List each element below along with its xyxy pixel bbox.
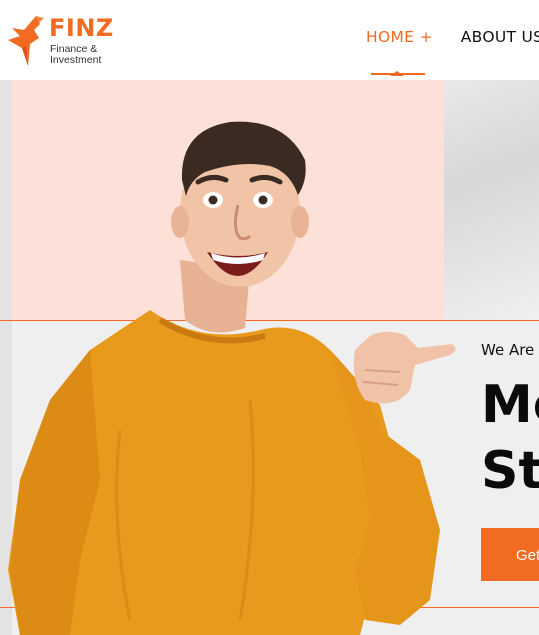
- nav-caret-icon: [390, 71, 404, 76]
- brand-logo[interactable]: FINZ Finance & Investment: [6, 14, 116, 70]
- nav-item-about-us[interactable]: ABOUT US: [461, 28, 539, 46]
- hero-eyebrow: We Are: [481, 341, 535, 359]
- site-header: FINZ Finance & Investment HOME + ABOUT U…: [0, 0, 539, 80]
- hero-title-line-1: Mo: [481, 375, 539, 435]
- bird-logo-icon: [8, 16, 44, 66]
- get-started-button[interactable]: Get: [481, 528, 539, 581]
- brand-name: FINZ: [49, 14, 114, 42]
- hero-title-line-2: St: [481, 441, 539, 501]
- nav-item-home[interactable]: HOME +: [366, 28, 433, 46]
- main-nav: HOME + ABOUT US: [366, 28, 539, 46]
- brand-tagline: Finance & Investment: [50, 43, 102, 66]
- hero-section: We Are Mo St Get: [0, 80, 539, 635]
- hero-title: Mo St: [481, 372, 539, 504]
- person-pointing-image: [8, 121, 456, 635]
